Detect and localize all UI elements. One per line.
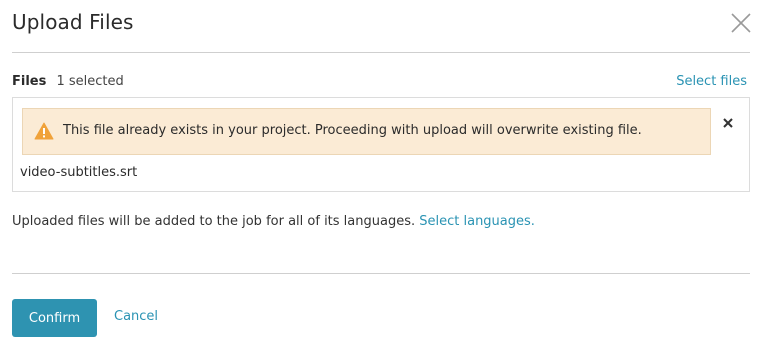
select-files-link[interactable]: Select files	[676, 74, 747, 89]
dialog-title: Upload Files	[12, 10, 134, 34]
files-row: Files 1 selected Select files	[12, 74, 750, 92]
warning-text: This file already exists in your project…	[63, 123, 642, 138]
close-icon[interactable]	[730, 12, 752, 34]
confirm-button[interactable]: Confirm	[12, 299, 97, 337]
file-name: video-subtitles.srt	[20, 165, 138, 180]
upload-files-dialog: Upload Files Files 1 selected Select fil…	[0, 0, 767, 347]
warning-triangle-icon	[34, 122, 54, 140]
file-exists-warning: This file already exists in your project…	[22, 108, 711, 155]
files-label: Files	[12, 74, 47, 89]
file-list-box: This file already exists in your project…	[12, 97, 750, 192]
remove-x-icon[interactable]	[722, 114, 734, 128]
languages-info-text: Uploaded files will be added to the job …	[12, 214, 420, 229]
dialog-header: Upload Files	[12, 0, 752, 53]
footer-divider	[12, 273, 750, 274]
languages-info: Uploaded files will be added to the job …	[12, 214, 535, 229]
cancel-button[interactable]: Cancel	[114, 309, 158, 324]
files-selected-count: 1 selected	[56, 74, 124, 89]
select-languages-link[interactable]: Select languages.	[419, 214, 535, 229]
